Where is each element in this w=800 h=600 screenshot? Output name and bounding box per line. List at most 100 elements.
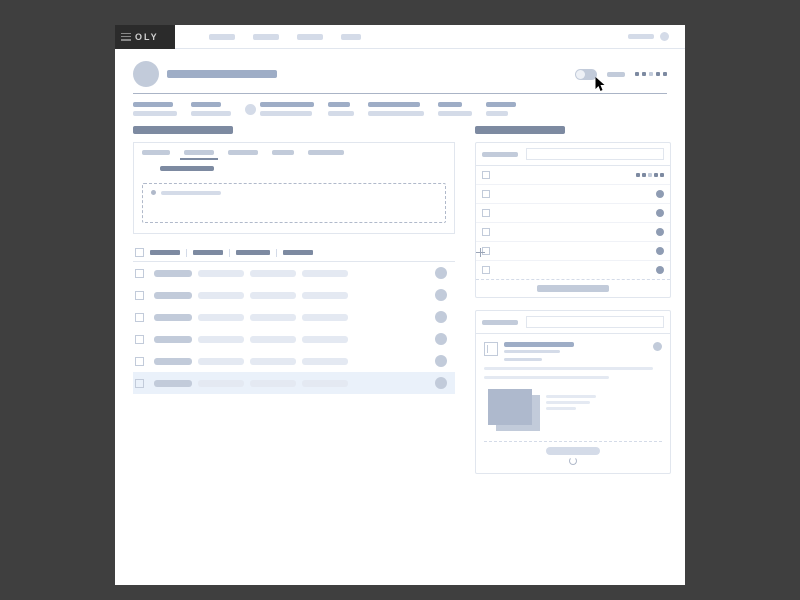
cell xyxy=(154,358,192,365)
row-checkbox[interactable] xyxy=(135,269,144,278)
header-divider xyxy=(133,93,667,94)
tab-2[interactable] xyxy=(180,147,218,160)
user-name[interactable] xyxy=(628,34,654,39)
cell xyxy=(198,292,244,299)
cell xyxy=(250,380,296,387)
select-all-checkbox[interactable] xyxy=(135,248,144,257)
row-status-icon xyxy=(435,333,447,345)
attachment-thumb[interactable] xyxy=(488,389,532,425)
cell xyxy=(250,336,296,343)
drop-hint xyxy=(161,191,221,195)
meta-field-1 xyxy=(133,102,177,116)
list-item[interactable] xyxy=(476,204,670,223)
row-checkbox[interactable] xyxy=(135,313,144,322)
cell xyxy=(198,270,244,277)
cell xyxy=(302,292,348,299)
card-action-icon[interactable] xyxy=(653,342,662,351)
load-more-button[interactable] xyxy=(476,279,670,297)
top-nav xyxy=(209,34,361,40)
header-toggle[interactable] xyxy=(575,69,597,80)
nav-item-3[interactable] xyxy=(297,34,323,40)
card-panel xyxy=(475,310,671,474)
meta-field-4 xyxy=(328,102,354,116)
brand-block[interactable]: OLY xyxy=(115,25,175,49)
body-split xyxy=(115,126,685,560)
card-body-line xyxy=(484,376,609,379)
item-checkbox[interactable] xyxy=(482,266,490,274)
item-status-icon xyxy=(656,266,664,274)
table-header xyxy=(133,248,455,262)
table-row[interactable] xyxy=(133,350,455,372)
toggle-label xyxy=(607,72,625,77)
list-item[interactable] xyxy=(476,261,670,279)
tab-bar xyxy=(133,142,455,160)
row-checkbox[interactable] xyxy=(135,335,144,344)
data-table xyxy=(133,248,455,394)
meta-field-6 xyxy=(438,102,472,116)
row-checkbox[interactable] xyxy=(135,357,144,366)
cell xyxy=(154,380,192,387)
loading-spinner-icon xyxy=(569,457,577,465)
page-header xyxy=(115,49,685,93)
splitter-handle-icon[interactable] xyxy=(474,246,487,259)
row-checkbox[interactable] xyxy=(135,379,144,388)
cell xyxy=(154,292,192,299)
list-panel xyxy=(475,142,671,298)
col-header-4[interactable] xyxy=(283,250,313,255)
item-checkbox[interactable] xyxy=(482,171,490,179)
entity-avatar-icon xyxy=(133,61,159,87)
row-status-icon xyxy=(435,289,447,301)
table-row[interactable] xyxy=(133,284,455,306)
menu-icon[interactable] xyxy=(121,33,131,41)
cell xyxy=(154,336,192,343)
item-checkbox[interactable] xyxy=(482,190,490,198)
card-footer-action[interactable] xyxy=(546,447,600,455)
table-row[interactable] xyxy=(133,262,455,284)
drop-zone-wrap xyxy=(133,177,455,234)
nav-item-2[interactable] xyxy=(253,34,279,40)
cell xyxy=(250,358,296,365)
item-checkbox[interactable] xyxy=(482,209,490,217)
cell xyxy=(250,314,296,321)
nav-item-4[interactable] xyxy=(341,34,361,40)
card-panel-search[interactable] xyxy=(526,316,664,328)
user-avatar-icon[interactable] xyxy=(660,32,669,41)
tab-1[interactable] xyxy=(138,147,174,160)
col-header-1[interactable] xyxy=(150,250,180,255)
list-filter-input[interactable] xyxy=(526,148,664,160)
table-row[interactable] xyxy=(133,306,455,328)
nav-item-1[interactable] xyxy=(209,34,235,40)
list-panel-header xyxy=(476,143,670,166)
bullet-icon xyxy=(151,190,156,195)
card-subtitle xyxy=(504,350,560,353)
drop-zone[interactable] xyxy=(142,183,446,223)
list-item[interactable] xyxy=(476,242,670,261)
item-status-icon xyxy=(656,228,664,236)
meta-field-7 xyxy=(486,102,516,116)
list-item[interactable] xyxy=(476,223,670,242)
col-header-3[interactable] xyxy=(236,250,270,255)
card-attachments xyxy=(484,389,662,433)
cell xyxy=(198,380,244,387)
row-status-icon xyxy=(435,267,447,279)
left-pane xyxy=(115,126,465,560)
tab-3[interactable] xyxy=(224,147,262,160)
list-item[interactable] xyxy=(476,166,670,185)
card-thumb-icon xyxy=(484,342,498,356)
tab-4[interactable] xyxy=(268,147,298,160)
card-footer xyxy=(484,441,662,455)
card-panel-label xyxy=(482,320,518,325)
list-item[interactable] xyxy=(476,185,670,204)
table-row[interactable] xyxy=(133,372,455,394)
item-checkbox[interactable] xyxy=(482,228,490,236)
cell xyxy=(302,270,348,277)
list-filter-label xyxy=(482,152,518,157)
cell xyxy=(198,314,244,321)
row-checkbox[interactable] xyxy=(135,291,144,300)
meta-grid xyxy=(115,102,685,126)
col-header-2[interactable] xyxy=(193,250,223,255)
table-row[interactable] xyxy=(133,328,455,350)
tab-5[interactable] xyxy=(304,147,348,160)
right-heading xyxy=(475,126,565,134)
cell xyxy=(154,270,192,277)
